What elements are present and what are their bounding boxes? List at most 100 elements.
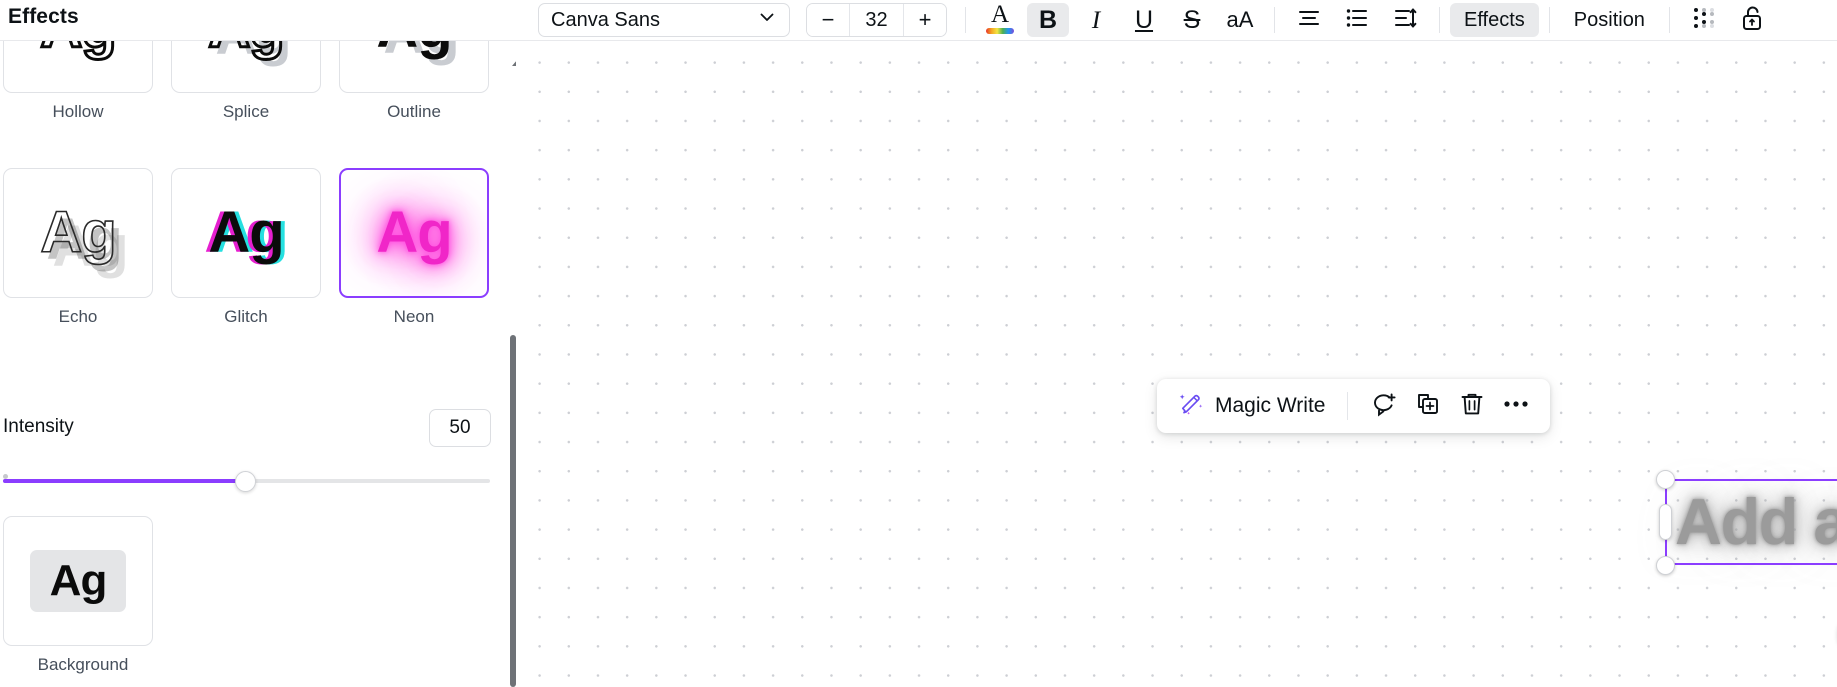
- intensity-label: Intensity: [3, 416, 74, 437]
- intensity-value-input[interactable]: 50: [429, 409, 491, 447]
- effects-scroll-area[interactable]: Ag Hollow Ag Splice Ag Outline: [0, 41, 516, 687]
- effect-thumbnail-echo[interactable]: Ag: [3, 168, 153, 298]
- effect-label-splice: Splice: [222, 102, 270, 121]
- effect-label-echo: Echo: [58, 307, 98, 326]
- bold-button[interactable]: B: [1027, 3, 1069, 37]
- font-size-decrease-button[interactable]: −: [807, 4, 849, 36]
- effect-sample-text: Ag: [376, 41, 452, 57]
- toolbar-divider: [1548, 7, 1550, 33]
- bold-icon: B: [1038, 5, 1058, 34]
- font-size-input[interactable]: 32: [849, 4, 904, 36]
- delete-button[interactable]: [1450, 386, 1494, 426]
- effect-thumbnail-outline[interactable]: Ag: [339, 41, 489, 93]
- effect-option-glitch[interactable]: Ag Glitch: [171, 168, 321, 327]
- effect-sample-text: Ag: [376, 200, 452, 265]
- effect-sample-text: Ag: [208, 200, 284, 265]
- strikethrough-button[interactable]: S: [1171, 3, 1213, 37]
- tab-position[interactable]: Position: [1560, 3, 1659, 37]
- more-horizontal-icon: [1501, 390, 1531, 423]
- resize-handle-left[interactable]: [1659, 504, 1672, 540]
- effect-option-background[interactable]: Ag Background: [3, 516, 163, 675]
- color-gradient-bar-icon: [986, 28, 1014, 34]
- element-toolbar-divider: [1347, 392, 1349, 420]
- effect-option-hollow[interactable]: Ag Hollow: [3, 41, 153, 122]
- trash-icon: [1458, 390, 1486, 423]
- background-swatch: Ag: [30, 550, 126, 612]
- line-spacing-icon: [1392, 5, 1418, 36]
- slider-thumb[interactable]: [235, 471, 256, 492]
- text-color-letter: A: [990, 1, 1010, 28]
- effect-label-background: Background: [37, 655, 129, 674]
- element-context-toolbar: Magic Write: [1157, 379, 1551, 433]
- bulleted-list-icon: [1344, 5, 1370, 36]
- toolbar-divider: [1274, 7, 1275, 33]
- font-size-increase-button[interactable]: +: [904, 4, 946, 36]
- font-family-value: Canva Sans: [551, 8, 660, 31]
- effect-thumbnail-glitch[interactable]: Ag: [171, 168, 321, 298]
- letter-case-icon: aA: [1226, 7, 1254, 32]
- effects-row-1: Ag Hollow Ag Splice Ag Outline: [0, 41, 495, 122]
- panel-header: Effects: [0, 0, 516, 40]
- tab-effects[interactable]: Effects: [1450, 3, 1539, 37]
- effect-option-neon[interactable]: Ag Neon: [339, 168, 489, 327]
- align-center-icon: [1296, 5, 1322, 36]
- effects-side-panel: Effects Ag Hollow Ag Splice: [0, 0, 516, 687]
- intensity-control-row: Intensity 50: [0, 409, 495, 453]
- effect-label-hollow: Hollow: [52, 102, 104, 121]
- effect-label-outline: Outline: [387, 102, 441, 121]
- italic-icon: I: [1091, 6, 1101, 34]
- magic-write-pen-icon: [1177, 390, 1205, 423]
- strikethrough-icon: S: [1183, 5, 1201, 34]
- canva-editor-window: Effects Ag Hollow Ag Splice: [0, 0, 1837, 687]
- resize-handle-top-left[interactable]: [1656, 470, 1675, 489]
- effect-thumbnail-neon[interactable]: Ag: [339, 168, 489, 298]
- panel-scrollbar-thumb[interactable]: [510, 335, 516, 687]
- list-button[interactable]: [1336, 3, 1378, 37]
- toolbar-divider: [1439, 7, 1440, 33]
- font-size-stepper: − 32 +: [806, 3, 947, 37]
- effect-sample-text: Ag: [49, 556, 108, 605]
- add-comment-button[interactable]: [1362, 386, 1406, 426]
- effect-thumbnail-background[interactable]: Ag: [3, 516, 153, 646]
- letter-case-button[interactable]: aA: [1219, 3, 1261, 37]
- text-color-button[interactable]: A: [979, 1, 1021, 37]
- slider-min-tick: [3, 474, 8, 479]
- comment-plus-icon: [1370, 390, 1398, 423]
- underline-icon: U: [1134, 5, 1154, 34]
- selection-bounding-box: [1665, 479, 1837, 565]
- effect-label-glitch: Glitch: [224, 307, 268, 326]
- page-title: Effects: [8, 5, 79, 28]
- more-options-button[interactable]: [1494, 386, 1538, 426]
- effect-sample-text: Ag: [39, 41, 118, 58]
- effect-option-splice[interactable]: Ag Splice: [171, 41, 321, 122]
- font-family-select[interactable]: Canva Sans: [538, 3, 790, 37]
- lock-button[interactable]: [1731, 3, 1773, 37]
- slider-fill: [3, 479, 246, 483]
- effects-row-2: Ag Echo Ag Glitch Ag Neon: [0, 168, 495, 327]
- effect-sample-text: Ag: [40, 200, 118, 265]
- toolbar-divider: [1668, 7, 1670, 33]
- text-format-toolbar: Canva Sans − 32 + A B I U S aA Effects P…: [516, 0, 1837, 40]
- line-spacing-button[interactable]: [1384, 3, 1426, 37]
- text-align-button[interactable]: [1288, 3, 1330, 37]
- design-canvas[interactable]: Magic Write Add a: [517, 41, 1837, 687]
- effect-option-outline[interactable]: Ag Outline: [339, 41, 489, 122]
- resize-handle-bottom-left[interactable]: [1656, 556, 1675, 575]
- effect-label-neon: Neon: [393, 307, 435, 326]
- effect-thumbnail-splice[interactable]: Ag: [171, 41, 321, 93]
- lock-open-icon: [1739, 5, 1765, 36]
- effect-option-echo[interactable]: Ag Echo: [3, 168, 153, 327]
- duplicate-icon: [1414, 390, 1442, 423]
- italic-button[interactable]: I: [1075, 3, 1117, 37]
- effect-thumbnail-hollow[interactable]: Ag: [3, 41, 153, 93]
- intensity-slider[interactable]: [3, 471, 490, 492]
- toolbar-divider: [965, 7, 966, 33]
- effect-sample-text: Ag: [207, 41, 286, 58]
- transparency-checker-icon: [1691, 5, 1717, 36]
- duplicate-button[interactable]: [1406, 386, 1450, 426]
- underline-button[interactable]: U: [1123, 3, 1165, 37]
- magic-write-label: Magic Write: [1215, 394, 1326, 417]
- chevron-down-icon: [757, 7, 777, 33]
- magic-write-button[interactable]: Magic Write: [1169, 387, 1333, 425]
- transparency-button[interactable]: [1683, 3, 1725, 37]
